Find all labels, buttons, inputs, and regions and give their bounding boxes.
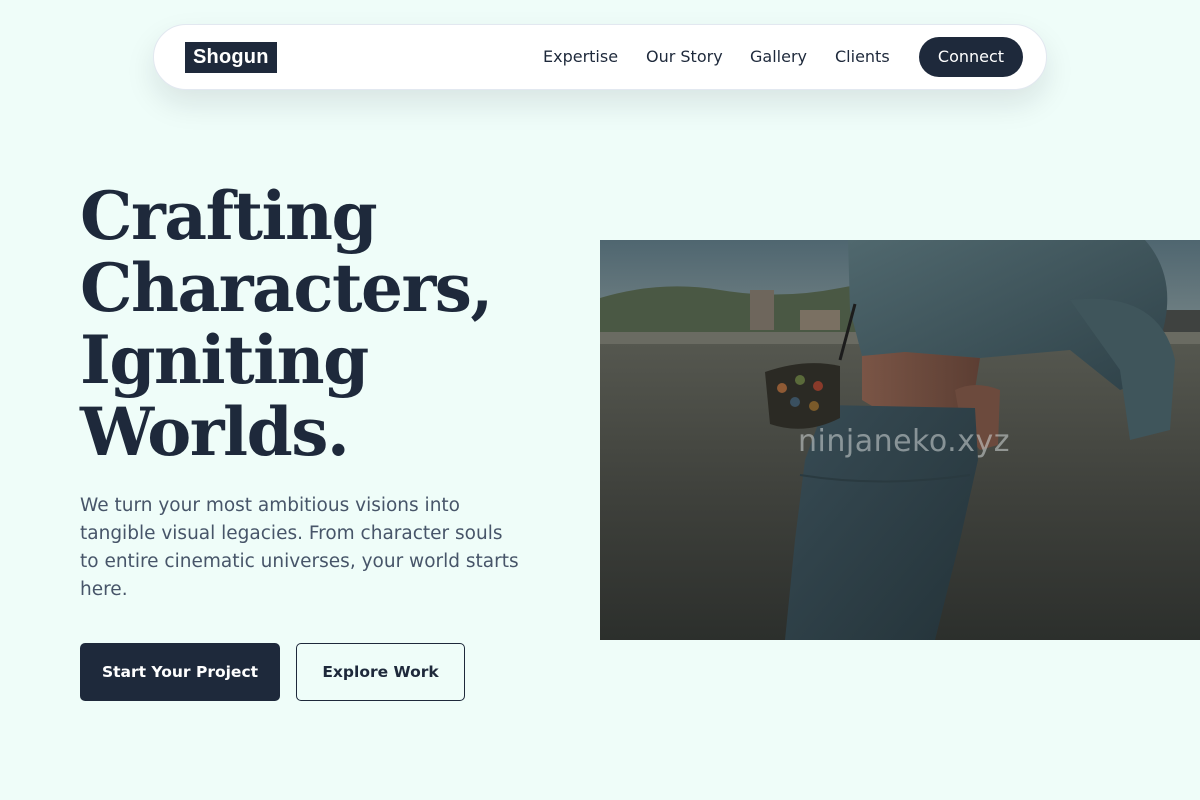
headline-line-2: Characters,: [80, 249, 493, 327]
nav-link-gallery[interactable]: Gallery: [750, 47, 807, 67]
headline-line-3: Igniting: [80, 321, 369, 399]
image-watermark: ninjaneko.xyz: [798, 424, 1010, 459]
nav-link-expertise[interactable]: Expertise: [543, 47, 618, 67]
hero-image: ninjaneko.xyz: [600, 240, 1200, 640]
nav-link-clients[interactable]: Clients: [835, 47, 890, 67]
hero-headline: Crafting Characters, Igniting Worlds.: [80, 180, 560, 468]
top-navbar: Shogun Expertise Our Story Gallery Clien…: [153, 24, 1047, 90]
connect-button[interactable]: Connect: [919, 37, 1023, 77]
headline-line-4: Worlds.: [80, 393, 350, 471]
hero-subtitle: We turn your most ambitious visions into…: [80, 495, 519, 600]
start-project-button[interactable]: Start Your Project: [80, 643, 280, 701]
logo[interactable]: Shogun: [185, 42, 277, 73]
nav-link-our-story[interactable]: Our Story: [646, 47, 723, 67]
explore-work-button[interactable]: Explore Work: [296, 643, 465, 701]
headline-line-1: Crafting: [80, 177, 378, 255]
